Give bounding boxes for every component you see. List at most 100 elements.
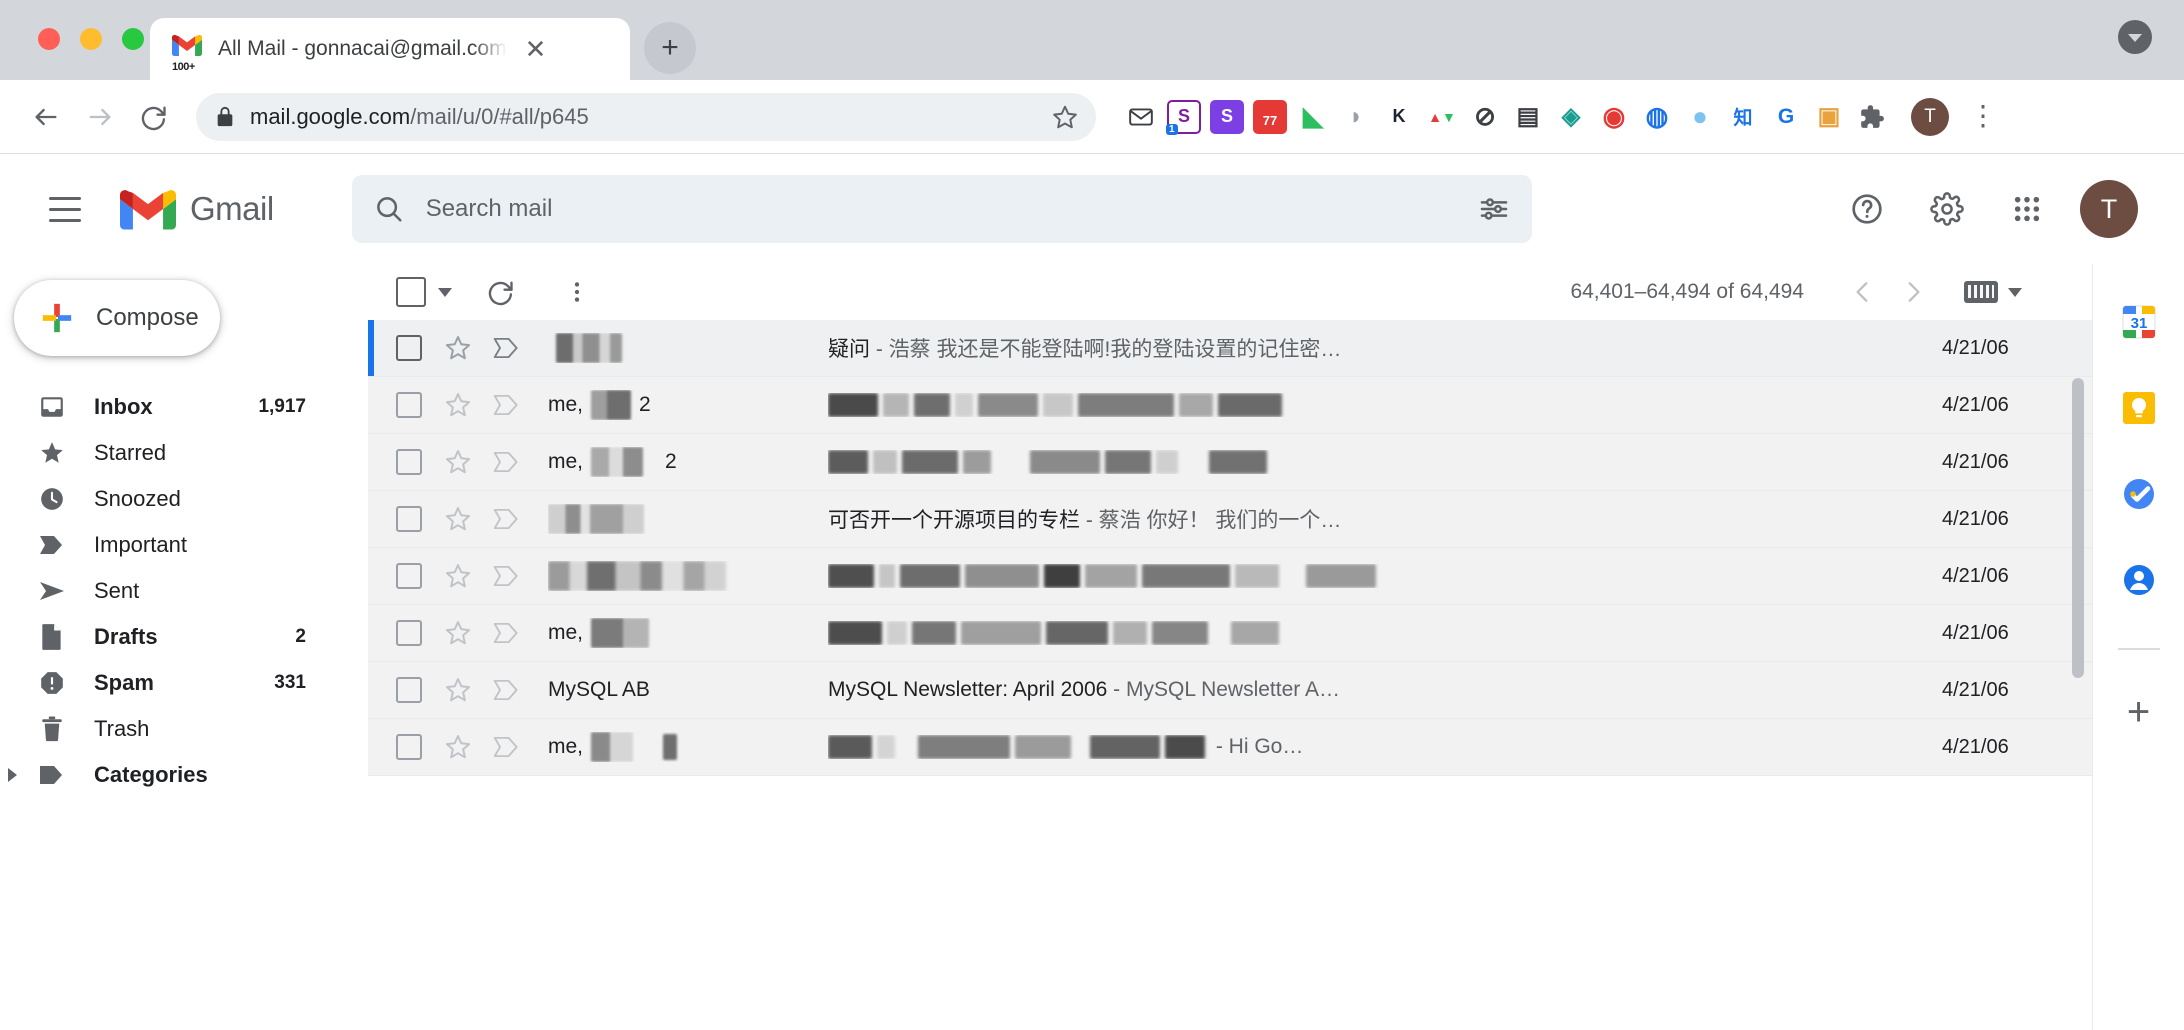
- google-calendar-icon[interactable]: 31: [2117, 300, 2161, 344]
- row-important-icon[interactable]: [492, 735, 522, 759]
- row-important-icon[interactable]: [492, 564, 522, 588]
- google-tasks-icon[interactable]: [2117, 472, 2161, 516]
- browser-profile-avatar[interactable]: T: [1911, 97, 1949, 136]
- search-input[interactable]: [425, 195, 1456, 223]
- row-star-icon[interactable]: [444, 733, 472, 761]
- row-important-icon[interactable]: [492, 507, 522, 531]
- ext-evernote-icon[interactable]: ◣: [1296, 100, 1330, 134]
- row-checkbox[interactable]: [396, 449, 422, 475]
- google-contacts-icon[interactable]: [2117, 558, 2161, 602]
- row-important-icon[interactable]: [492, 678, 522, 702]
- account-avatar[interactable]: T: [2080, 180, 2138, 238]
- sidebar-item-starred[interactable]: Starred: [0, 430, 368, 476]
- row-checkbox[interactable]: [396, 506, 422, 532]
- ext-circle-icon[interactable]: ●: [1683, 100, 1717, 134]
- ext-document-icon[interactable]: ▤: [1511, 100, 1545, 134]
- select-all-dropdown-icon[interactable]: [438, 287, 452, 297]
- ext-g-icon[interactable]: G: [1769, 100, 1803, 134]
- ext-pokeball-icon[interactable]: ◉: [1597, 100, 1631, 134]
- main-menu-icon[interactable]: [34, 178, 96, 240]
- ext-block-icon[interactable]: ⊘: [1468, 100, 1502, 134]
- close-window-button[interactable]: [38, 28, 60, 50]
- input-tools-button[interactable]: [1964, 281, 2022, 303]
- close-tab-icon[interactable]: ✕: [525, 36, 547, 62]
- row-important-icon[interactable]: [492, 450, 522, 474]
- input-tools-caret-icon[interactable]: [2008, 287, 2022, 297]
- row-star-icon[interactable]: [444, 562, 472, 590]
- row-important-icon[interactable]: [492, 393, 522, 417]
- ext-triangles-icon[interactable]: ▲ ▼: [1425, 100, 1459, 134]
- row-checkbox[interactable]: [396, 392, 422, 418]
- ext-diamond-icon[interactable]: ◈: [1554, 100, 1588, 134]
- maximize-window-button[interactable]: [122, 28, 144, 50]
- select-all-checkbox[interactable]: [396, 277, 426, 307]
- row-important-icon[interactable]: [492, 621, 522, 645]
- row-star-icon[interactable]: [444, 619, 472, 647]
- sidebar-item-snoozed[interactable]: Snoozed: [0, 476, 368, 522]
- refresh-icon[interactable]: [474, 265, 528, 319]
- ext-calendar-icon[interactable]: 77: [1253, 99, 1287, 134]
- list-scrollbar[interactable]: [2072, 378, 2084, 678]
- sidebar-item-important[interactable]: Important: [0, 522, 368, 568]
- compose-button[interactable]: Compose: [14, 280, 220, 356]
- settings-gear-icon[interactable]: [1920, 182, 1974, 236]
- address-bar[interactable]: mail.google.com/mail/u/0/#all/p645: [196, 92, 1096, 141]
- ext-envelope-icon[interactable]: [1124, 100, 1158, 134]
- bookmark-star-icon[interactable]: [1052, 104, 1078, 130]
- add-side-panel-app-icon[interactable]: +: [2127, 692, 2150, 732]
- reload-button[interactable]: [130, 93, 178, 141]
- browser-menu-icon[interactable]: ⋮: [1969, 102, 1997, 130]
- sidebar-item-inbox[interactable]: Inbox 1,917: [0, 384, 368, 430]
- table-row[interactable]: 可否开一个开源项目的专栏 - 蔡浩 你好！ 我们的一个… 4/21/06: [368, 491, 2092, 548]
- google-apps-icon[interactable]: [2000, 182, 2054, 236]
- sidebar-item-categories[interactable]: Categories: [0, 752, 368, 798]
- ext-globe-icon[interactable]: ◍: [1640, 100, 1674, 134]
- ext-zhihu-icon[interactable]: 知: [1726, 100, 1760, 134]
- sidebar-item-spam[interactable]: Spam 331: [0, 660, 368, 706]
- table-row[interactable]: me, 4/21/06: [368, 605, 2092, 662]
- ext-s-purple-icon[interactable]: S: [1210, 99, 1244, 134]
- row-checkbox[interactable]: [396, 620, 422, 646]
- new-tab-button[interactable]: +: [644, 22, 696, 74]
- row-important-icon[interactable]: [492, 336, 522, 360]
- expand-caret-icon[interactable]: [8, 768, 17, 782]
- ext-s-badged-icon[interactable]: S 1: [1166, 99, 1201, 135]
- table-row[interactable]: me, 2 4/21/06: [368, 377, 2092, 434]
- gmail-logo[interactable]: Gmail: [120, 188, 274, 230]
- row-checkbox[interactable]: [396, 734, 422, 760]
- gmail-app: Gmail Search mail T Compose Inbox 1,917 …: [0, 154, 2184, 1030]
- row-checkbox[interactable]: [396, 677, 422, 703]
- forward-button[interactable]: [76, 93, 124, 141]
- browser-tab-active[interactable]: 100+ All Mail - gonnacai@gmail.com ✕: [150, 18, 630, 80]
- search-options-icon[interactable]: [1478, 193, 1510, 225]
- sidebar-item-trash[interactable]: Trash: [0, 706, 368, 752]
- row-star-icon[interactable]: [444, 448, 472, 476]
- ext-dropper-icon[interactable]: ◗: [1339, 100, 1373, 134]
- previous-page-button[interactable]: [1838, 267, 1888, 317]
- minimize-window-button[interactable]: [80, 28, 102, 50]
- search-bar[interactable]: [351, 175, 1532, 243]
- help-icon[interactable]: [1840, 182, 1894, 236]
- sidebar-item-sent[interactable]: Sent: [0, 568, 368, 614]
- sidebar-item-drafts[interactable]: Drafts 2: [0, 614, 368, 660]
- table-row[interactable]: me, 2 4/21/06: [368, 434, 2092, 491]
- table-row[interactable]: 4/21/06: [368, 548, 2092, 605]
- table-row[interactable]: me, - Hi Go… 4/21/06: [368, 719, 2092, 776]
- table-row[interactable]: MySQL AB MySQL Newsletter: April 2006 - …: [368, 662, 2092, 719]
- google-keep-icon[interactable]: [2117, 386, 2161, 430]
- row-star-icon[interactable]: [444, 391, 472, 419]
- back-button[interactable]: [22, 93, 70, 141]
- next-page-button[interactable]: [1888, 267, 1938, 317]
- row-checkbox[interactable]: [396, 335, 422, 361]
- row-star-icon[interactable]: [444, 505, 472, 533]
- ext-k-icon[interactable]: K: [1382, 100, 1416, 134]
- row-star-icon[interactable]: [444, 334, 472, 362]
- more-options-icon[interactable]: [550, 265, 604, 319]
- row-star-icon[interactable]: [444, 676, 472, 704]
- ext-image-download-icon[interactable]: ▣: [1812, 100, 1846, 134]
- table-row[interactable]: 疑问 - 浩蔡 我还是不能登陆啊!我的登陆设置的记住密… 4/21/06: [368, 320, 2092, 377]
- ext-puzzle-icon[interactable]: [1855, 100, 1889, 134]
- row-checkbox[interactable]: [396, 563, 422, 589]
- search-icon[interactable]: [374, 194, 404, 224]
- chevron-down-icon[interactable]: [2118, 20, 2152, 54]
